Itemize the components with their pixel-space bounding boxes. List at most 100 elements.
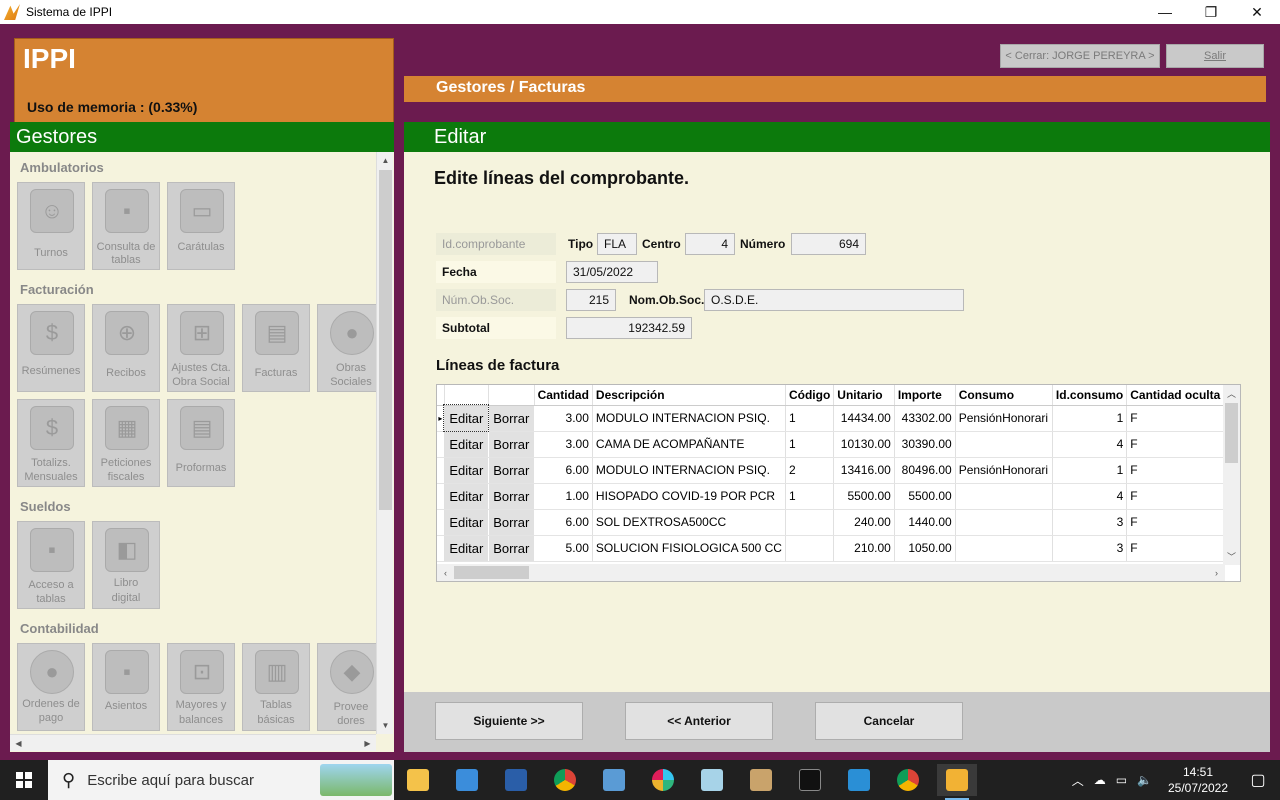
app-blue-icon[interactable]	[496, 764, 536, 796]
tile-mayores[interactable]: ⊡ Mayores y balances	[167, 643, 235, 731]
col-importe[interactable]: Importe	[894, 385, 956, 406]
tile-ajustes[interactable]: ⊞ Ajustes Cta. Obra Social	[167, 304, 235, 392]
cell-idconsumo[interactable]: 1	[1052, 405, 1128, 432]
tile-peticiones[interactable]: ▦ Peticiones fiscales	[92, 399, 160, 487]
cell-consumo[interactable]: PensiónHonorari	[955, 405, 1053, 432]
col-unitario[interactable]: Unitario	[833, 385, 895, 406]
cell-unitario[interactable]: 240.00	[833, 509, 895, 536]
cell-cantidad[interactable]: 3.00	[534, 431, 593, 458]
cell-unitario[interactable]: 14434.00	[833, 405, 895, 432]
cell-descripcion[interactable]: SOLUCION FISIOLOGICA 500 CC	[592, 535, 786, 562]
scroll-thumb[interactable]	[379, 170, 392, 510]
delete-row-button[interactable]: Borrar	[488, 483, 535, 510]
invoice-lines-grid[interactable]: Cantidad Descripción Código Unitario Imp…	[436, 384, 1241, 582]
gestores-horizontal-scrollbar[interactable]: ◀ ▶	[10, 734, 376, 751]
cell-cantidad[interactable]: 3.00	[534, 405, 593, 432]
tile-totalizs[interactable]: $ Totalizs. Mensuales	[17, 399, 85, 487]
table-row[interactable]: Editar Borrar 6.00 MODULO INTERNACION PSIQ.…	[437, 457, 1240, 484]
cell-importe[interactable]: 5500.00	[894, 483, 956, 510]
cell-cantidad-oculta[interactable]: F	[1126, 405, 1225, 432]
grid-hscroll-thumb[interactable]	[454, 566, 529, 579]
chrome-icon[interactable]	[545, 764, 585, 796]
cell-idconsumo[interactable]: 3	[1052, 535, 1128, 562]
nomobsoc-field[interactable]: O.S.D.E.	[704, 289, 964, 311]
cell-cantidad-oculta[interactable]: F	[1126, 483, 1225, 510]
scroll-up-icon[interactable]: ▲	[377, 152, 394, 169]
grid-horizontal-scrollbar[interactable]: ‹ ›	[437, 564, 1225, 581]
fecha-field[interactable]: 31/05/2022	[566, 261, 658, 283]
row-selector[interactable]: ▸	[437, 405, 445, 432]
cell-cantidad[interactable]: 5.00	[534, 535, 593, 562]
cell-idconsumo[interactable]: 1	[1052, 457, 1128, 484]
cell-codigo[interactable]	[785, 535, 835, 562]
row-selector[interactable]	[437, 535, 445, 562]
minimize-button[interactable]: —	[1142, 0, 1188, 24]
cell-codigo[interactable]: 1	[785, 405, 835, 432]
grid-vscroll-thumb[interactable]	[1225, 403, 1238, 463]
table-row[interactable]: Editar Borrar 6.00 SOL DEXTROSA500CC 240.00 1…	[437, 509, 1240, 536]
remote-desktop-icon[interactable]	[594, 764, 634, 796]
cell-codigo[interactable]: 2	[785, 457, 835, 484]
col-consumo[interactable]: Consumo	[955, 385, 1053, 406]
cell-importe[interactable]: 80496.00	[894, 457, 956, 484]
slack-icon[interactable]	[643, 764, 683, 796]
tile-tablas-basicas[interactable]: ▥ Tablas básicas	[242, 643, 310, 731]
volume-icon[interactable]: 🔈	[1137, 773, 1152, 787]
col-cantidad-oculta[interactable]: Cantidad oculta	[1126, 385, 1225, 406]
tile-resumenes[interactable]: $ Resúmenes	[17, 304, 85, 392]
cell-cantidad-oculta[interactable]: F	[1126, 431, 1225, 458]
delete-row-button[interactable]: Borrar	[488, 535, 535, 562]
delete-row-button[interactable]: Borrar	[488, 457, 535, 484]
tile-asientos[interactable]: ▪ Asientos	[92, 643, 160, 731]
tile-facturas[interactable]: ▤ Facturas	[242, 304, 310, 392]
grid-scroll-down-icon[interactable]: ﹀	[1223, 548, 1240, 565]
col-idconsumo[interactable]: Id.consumo	[1052, 385, 1128, 406]
delete-row-button[interactable]: Borrar	[488, 431, 535, 458]
edit-row-button[interactable]: Editar	[444, 535, 489, 562]
cell-unitario[interactable]: 5500.00	[833, 483, 895, 510]
edit-row-button[interactable]: Editar	[444, 509, 489, 536]
cell-idconsumo[interactable]: 4	[1052, 483, 1128, 510]
row-selector[interactable]	[437, 509, 445, 536]
terminal-icon[interactable]	[790, 764, 830, 796]
cancel-button[interactable]: Cancelar	[815, 702, 963, 740]
cell-consumo[interactable]: PensiónHonorari	[955, 457, 1053, 484]
tray-chevron-icon[interactable]: ︿	[1072, 772, 1084, 789]
taskbar-search[interactable]: ⚲ Escribe aquí para buscar	[48, 760, 394, 800]
grid-scroll-up-icon[interactable]: ︿	[1223, 385, 1240, 402]
mail-icon[interactable]	[447, 764, 487, 796]
cell-descripcion[interactable]: CAMA DE ACOMPAÑANTE	[592, 431, 786, 458]
grid-vertical-scrollbar[interactable]: ︿ ﹀	[1223, 385, 1240, 565]
tile-caratulas[interactable]: ▭ Carátulas	[167, 182, 235, 270]
cell-cantidad-oculta[interactable]: F	[1126, 457, 1225, 484]
cell-consumo[interactable]	[955, 509, 1053, 536]
cell-codigo[interactable]	[785, 509, 835, 536]
cell-descripcion[interactable]: HISOPADO COVID-19 POR PCR	[592, 483, 786, 510]
close-window-button[interactable]: ✕	[1234, 0, 1280, 24]
notifications-icon[interactable]: ▢	[1236, 770, 1280, 790]
tile-ordenes-pago[interactable]: ● Ordenes de pago	[17, 643, 85, 731]
numobsoc-field[interactable]: 215	[566, 289, 616, 311]
next-button[interactable]: Siguiente >>	[435, 702, 583, 740]
tile-obras-sociales[interactable]: ● Obras Sociales	[317, 304, 376, 392]
tile-libro-digital[interactable]: ◧ Libro digital	[92, 521, 160, 609]
cell-unitario[interactable]: 10130.00	[833, 431, 895, 458]
paint-icon[interactable]	[741, 764, 781, 796]
cell-cantidad-oculta[interactable]: F	[1126, 509, 1225, 536]
cell-importe[interactable]: 1050.00	[894, 535, 956, 562]
cell-importe[interactable]: 43302.00	[894, 405, 956, 432]
tile-consulta-tablas[interactable]: ▪ Consulta de tablas	[92, 182, 160, 270]
col-descripcion[interactable]: Descripción	[592, 385, 786, 406]
app-glass-icon[interactable]	[692, 764, 732, 796]
start-button[interactable]	[0, 760, 48, 800]
cloud-icon[interactable]: ☁	[1094, 773, 1106, 787]
restore-button[interactable]: ❐	[1188, 0, 1234, 24]
scroll-down-icon[interactable]: ▼	[377, 717, 394, 734]
exit-button[interactable]: Salir	[1166, 44, 1264, 68]
vscode-icon[interactable]	[839, 764, 879, 796]
cell-cantidad[interactable]: 6.00	[534, 509, 593, 536]
grid-scroll-right-icon[interactable]: ›	[1208, 564, 1225, 581]
cell-descripcion[interactable]: MODULO INTERNACION PSIQ.	[592, 405, 786, 432]
gestores-vertical-scrollbar[interactable]: ▲ ▼	[376, 152, 393, 734]
cell-descripcion[interactable]: MODULO INTERNACION PSIQ.	[592, 457, 786, 484]
